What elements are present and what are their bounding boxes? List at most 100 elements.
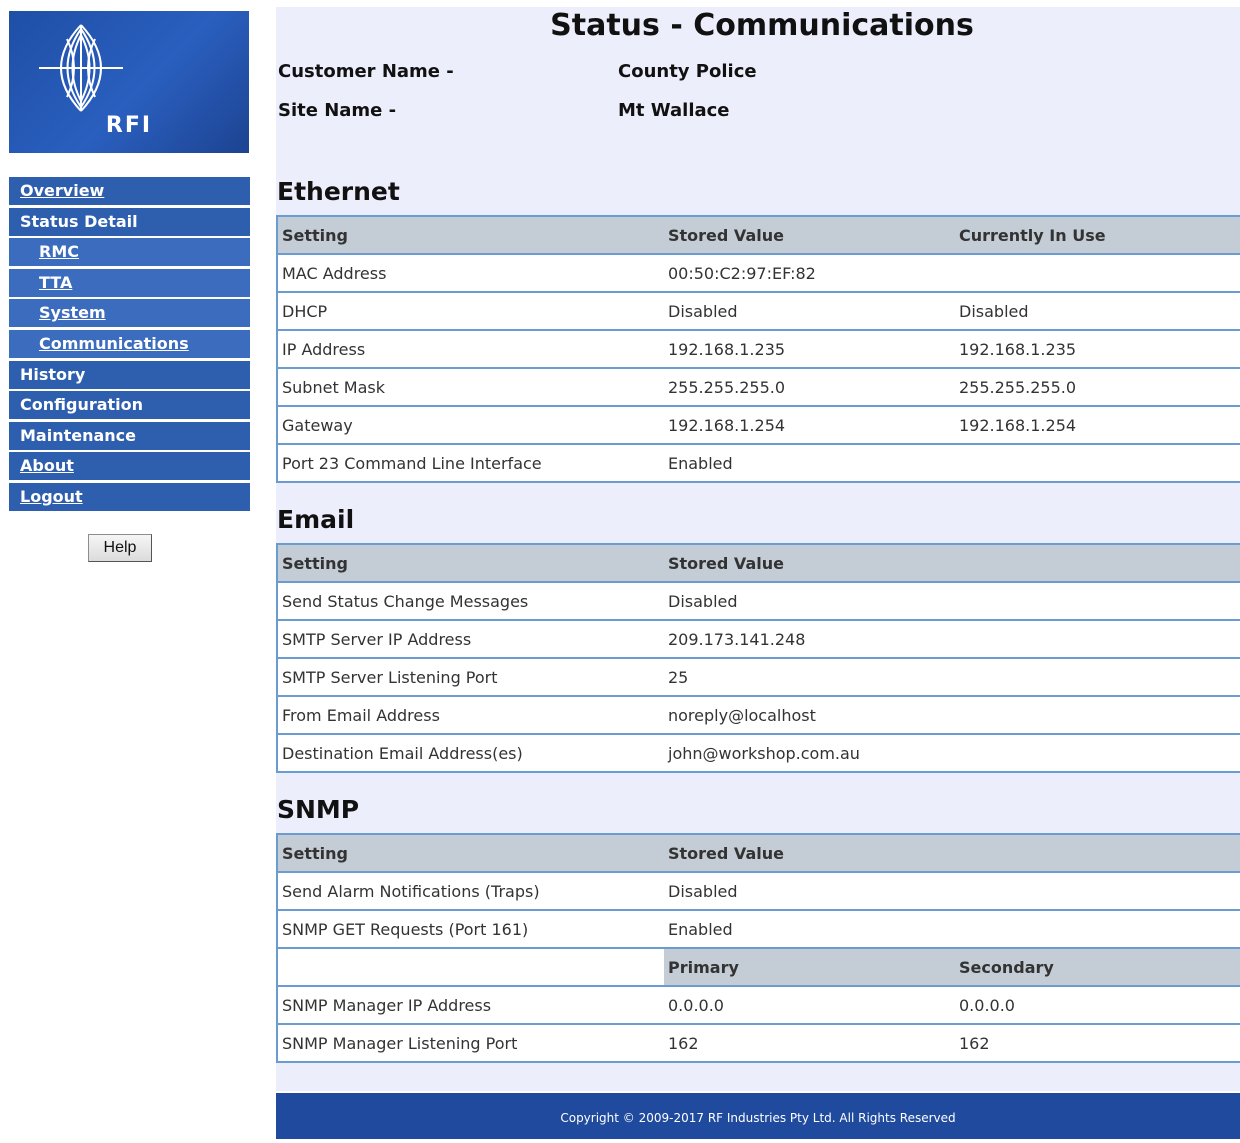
ethernet-section-title: Ethernet: [277, 177, 400, 206]
table-row: Destination Email Address(es) john@works…: [277, 733, 1240, 772]
column-header: Currently In Use: [955, 215, 1240, 254]
table-cell: 162: [664, 1023, 955, 1062]
table-row: Port 23 Command Line Interface Enabled: [277, 443, 1240, 482]
table-cell: [955, 871, 1240, 910]
table-cell: john@workshop.com.au: [664, 733, 955, 772]
rfi-logo: RFI: [9, 11, 249, 153]
site-name-label: Site Name -: [278, 100, 397, 121]
table-header-row: Setting Stored Value: [277, 543, 1240, 582]
column-header: Setting: [277, 215, 664, 254]
table-row: SNMP Manager Listening Port 162 162: [277, 1023, 1240, 1062]
table-row: From Email Address noreply@localhost: [277, 695, 1240, 734]
nav-communications[interactable]: Communications: [9, 329, 250, 358]
table-cell: Disabled: [664, 291, 955, 330]
table-cell: 25: [664, 657, 955, 696]
table-cell: DHCP: [277, 291, 664, 330]
table-cell: SNMP Manager Listening Port: [277, 1023, 664, 1062]
table-subheader-row: Primary Secondary: [277, 947, 1240, 986]
table-cell: [955, 443, 1240, 482]
logo-text: RFI: [105, 113, 153, 138]
table-cell: Disabled: [955, 291, 1240, 330]
table-cell: [277, 947, 664, 986]
sidebar-nav: Overview Status Detail RMC TTA System Co…: [9, 177, 250, 514]
table-cell: 255.255.255.0: [955, 367, 1240, 406]
nav-about[interactable]: About: [9, 452, 250, 481]
column-header: Secondary: [955, 947, 1240, 986]
table-cell: SNMP GET Requests (Port 161): [277, 909, 664, 948]
email-table: Setting Stored Value Send Status Change …: [276, 543, 1240, 773]
table-cell: [955, 909, 1240, 948]
column-header: Stored Value: [664, 833, 955, 872]
table-cell: Port 23 Command Line Interface: [277, 443, 664, 482]
column-header: Setting: [277, 833, 664, 872]
table-cell: 0.0.0.0: [664, 985, 955, 1024]
table-cell: Disabled: [664, 871, 955, 910]
column-header: [955, 543, 1240, 582]
table-row: SMTP Server Listening Port 25: [277, 657, 1240, 696]
table-row: DHCP Disabled Disabled: [277, 291, 1240, 330]
table-row: SMTP Server IP Address 209.173.141.248: [277, 619, 1240, 658]
ethernet-table: Setting Stored Value Currently In Use MA…: [276, 215, 1240, 483]
footer-copyright: Copyright © 2009-2017 RF Industries Pty …: [276, 1093, 1240, 1139]
table-cell: Send Status Change Messages: [277, 581, 664, 620]
table-cell: SMTP Server IP Address: [277, 619, 664, 658]
column-header: Setting: [277, 543, 664, 582]
table-cell: SNMP Manager IP Address: [277, 985, 664, 1024]
main-content: Status - Communications Customer Name - …: [276, 7, 1240, 1091]
table-cell: [955, 695, 1240, 734]
table-cell: 209.173.141.248: [664, 619, 955, 658]
table-cell: Disabled: [664, 581, 955, 620]
site-name-value: Mt Wallace: [618, 100, 730, 121]
table-cell: [955, 253, 1240, 292]
table-cell: IP Address: [277, 329, 664, 368]
table-row: SNMP GET Requests (Port 161) Enabled: [277, 909, 1240, 948]
column-header: Primary: [664, 947, 955, 986]
table-cell: Enabled: [664, 909, 955, 948]
table-header-row: Setting Stored Value Currently In Use: [277, 215, 1240, 254]
table-row: SNMP Manager IP Address 0.0.0.0 0.0.0.0: [277, 985, 1240, 1024]
table-cell: 192.168.1.254: [664, 405, 955, 444]
table-row: Subnet Mask 255.255.255.0 255.255.255.0: [277, 367, 1240, 406]
email-section-title: Email: [277, 505, 355, 534]
table-cell: 192.168.1.235: [955, 329, 1240, 368]
table-cell: MAC Address: [277, 253, 664, 292]
nav-rmc[interactable]: RMC: [9, 238, 250, 267]
table-cell: Gateway: [277, 405, 664, 444]
table-cell: Send Alarm Notifications (Traps): [277, 871, 664, 910]
table-cell: Enabled: [664, 443, 955, 482]
customer-name-value: County Police: [618, 61, 757, 82]
column-header: [955, 833, 1240, 872]
page-title: Status - Communications: [550, 8, 974, 43]
column-header: Stored Value: [664, 215, 955, 254]
table-row: Send Alarm Notifications (Traps) Disable…: [277, 871, 1240, 910]
table-cell: Subnet Mask: [277, 367, 664, 406]
table-cell: 00:50:C2:97:EF:82: [664, 253, 955, 292]
help-button[interactable]: Help: [88, 534, 152, 562]
table-row: Gateway 192.168.1.254 192.168.1.254: [277, 405, 1240, 444]
table-cell: SMTP Server Listening Port: [277, 657, 664, 696]
nav-logout[interactable]: Logout: [9, 482, 250, 511]
table-row: Send Status Change Messages Disabled: [277, 581, 1240, 620]
table-cell: From Email Address: [277, 695, 664, 734]
table-cell: 162: [955, 1023, 1240, 1062]
nav-tta[interactable]: TTA: [9, 268, 250, 297]
nav-system[interactable]: System: [9, 299, 250, 328]
nav-history[interactable]: History: [9, 360, 250, 389]
table-cell: [955, 581, 1240, 620]
table-row: IP Address 192.168.1.235 192.168.1.235: [277, 329, 1240, 368]
table-cell: Destination Email Address(es): [277, 733, 664, 772]
table-cell: 255.255.255.0: [664, 367, 955, 406]
nav-overview[interactable]: Overview: [9, 177, 250, 205]
table-cell: 192.168.1.235: [664, 329, 955, 368]
table-cell: noreply@localhost: [664, 695, 955, 734]
nav-configuration[interactable]: Configuration: [9, 391, 250, 420]
table-cell: [955, 619, 1240, 658]
column-header: Stored Value: [664, 543, 955, 582]
nav-maintenance[interactable]: Maintenance: [9, 421, 250, 450]
table-cell: [955, 733, 1240, 772]
snmp-table: Setting Stored Value Send Alarm Notifica…: [276, 833, 1240, 1063]
table-cell: [955, 657, 1240, 696]
snmp-section-title: SNMP: [277, 795, 360, 824]
table-row: MAC Address 00:50:C2:97:EF:82: [277, 253, 1240, 292]
table-cell: 0.0.0.0: [955, 985, 1240, 1024]
